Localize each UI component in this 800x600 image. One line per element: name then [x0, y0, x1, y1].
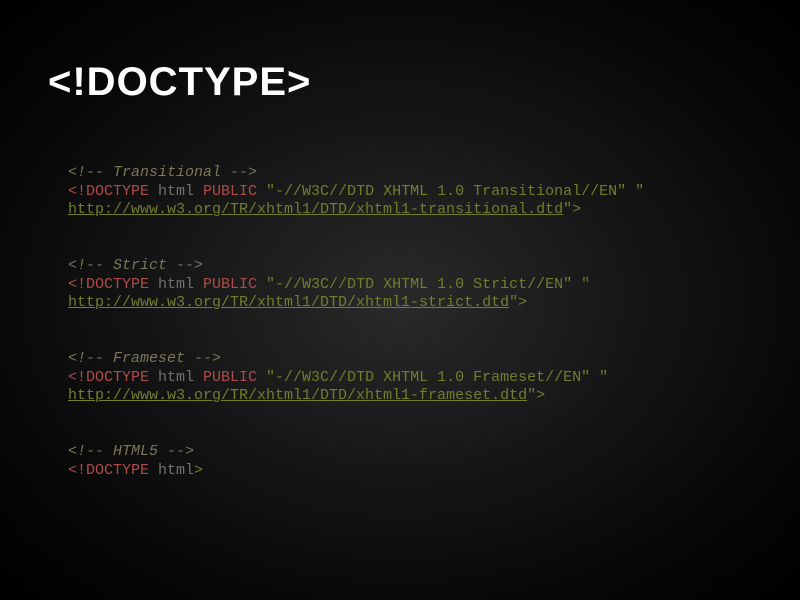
doctype-tag: <!DOCTYPE	[68, 462, 149, 479]
public-keyword: PUBLIC	[203, 183, 257, 200]
html-keyword: html	[149, 276, 203, 293]
close-angle: ">	[527, 387, 545, 404]
blank-line	[68, 220, 752, 238]
close-angle: ">	[563, 201, 581, 218]
html-keyword: html	[149, 369, 203, 386]
fpi-string: "-//W3C//DTD XHTML 1.0 Strict//EN" "	[257, 276, 590, 293]
doctype-tag: <!DOCTYPE	[68, 183, 149, 200]
comment-strict: <!-- Strict -->	[68, 257, 203, 274]
public-keyword: PUBLIC	[203, 276, 257, 293]
dtd-url-frameset[interactable]: http://www.w3.org/TR/xhtml1/DTD/xhtml1-f…	[68, 387, 527, 404]
close-angle: ">	[509, 294, 527, 311]
html-keyword: html	[149, 183, 203, 200]
comment-frameset: <!-- Frameset -->	[68, 350, 221, 367]
blank-line	[68, 406, 752, 424]
public-keyword: PUBLIC	[203, 369, 257, 386]
html-keyword: html	[149, 462, 194, 479]
doctype-tag: <!DOCTYPE	[68, 276, 149, 293]
close-angle: >	[194, 462, 203, 479]
blank-line	[68, 313, 752, 331]
slide-title: <!DOCTYPE>	[48, 60, 752, 105]
code-block: <!-- Transitional --> <!DOCTYPE html PUB…	[48, 145, 752, 499]
comment-transitional: <!-- Transitional -->	[68, 164, 257, 181]
dtd-url-transitional[interactable]: http://www.w3.org/TR/xhtml1/DTD/xhtml1-t…	[68, 201, 563, 218]
doctype-tag: <!DOCTYPE	[68, 369, 149, 386]
slide: <!DOCTYPE> <!-- Transitional --> <!DOCTY…	[0, 0, 800, 600]
comment-html5: <!-- HTML5 -->	[68, 443, 194, 460]
fpi-string: "-//W3C//DTD XHTML 1.0 Frameset//EN" "	[257, 369, 608, 386]
fpi-string: "-//W3C//DTD XHTML 1.0 Transitional//EN"…	[257, 183, 644, 200]
dtd-url-strict[interactable]: http://www.w3.org/TR/xhtml1/DTD/xhtml1-s…	[68, 294, 509, 311]
